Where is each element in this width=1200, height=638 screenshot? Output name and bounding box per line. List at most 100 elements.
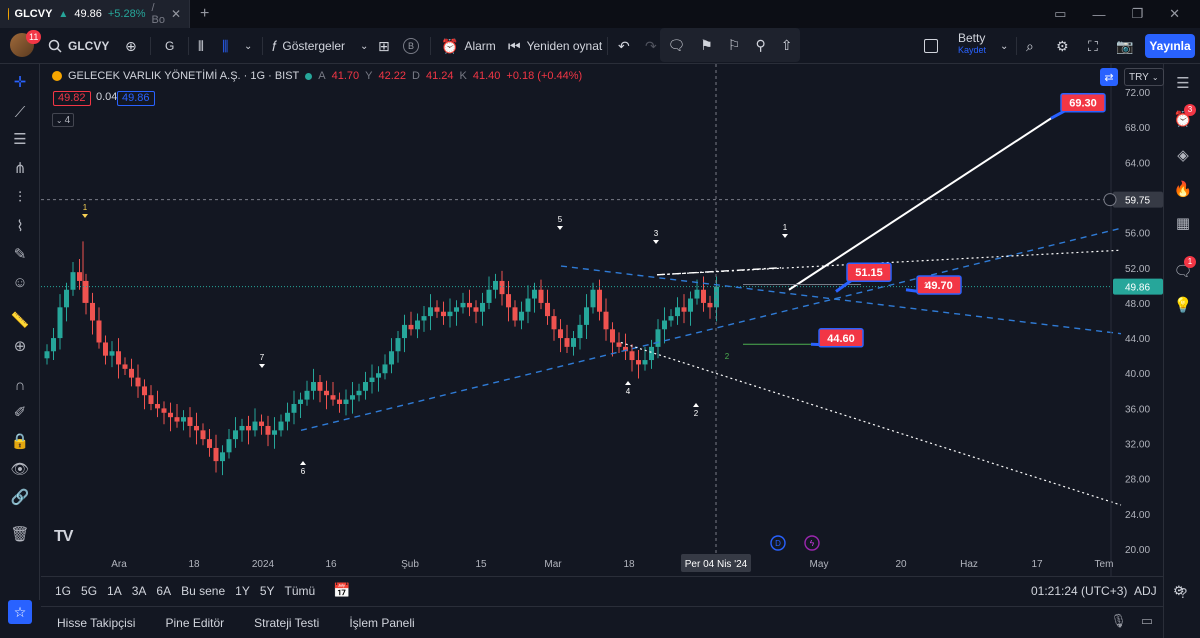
range-button-0[interactable]: 1G	[55, 584, 71, 598]
star-icon[interactable]: ☆	[8, 600, 32, 624]
save-layout[interactable]: Betty Kaydet	[958, 32, 986, 56]
close-label: K	[459, 70, 467, 82]
bottom-tab-2[interactable]: Strateji Testi	[254, 616, 319, 630]
go-to-date-icon[interactable]: 📅	[333, 582, 350, 599]
brush-icon[interactable]: ✎	[8, 242, 32, 266]
hotlist-flame-icon[interactable]: 🔥	[1172, 178, 1194, 200]
bar-style-button[interactable]: ⫴	[198, 28, 204, 64]
symbol-title[interactable]: GELECEK VARLIK YÖNETİMİ A.Ş. · 1G · BIST	[68, 70, 299, 82]
alert-button[interactable]: ⏰ Alarm	[441, 28, 496, 64]
price-chart[interactable]: 69.3051.1549.7044.601765342112D ϟ 72.0068…	[41, 64, 1163, 576]
ruler-icon[interactable]: 📏	[8, 308, 32, 332]
crosshair-icon[interactable]: ✛	[8, 70, 32, 94]
comment-icon[interactable]: 🗨	[668, 37, 686, 54]
fullscreen-button[interactable]: ⛶	[1088, 28, 1098, 64]
candle-body	[629, 351, 635, 361]
pin-icon[interactable]: ⚲	[755, 37, 765, 54]
candle-body	[532, 289, 537, 299]
sell-price-button[interactable]: 49.82	[53, 91, 91, 106]
pattern-icon[interactable]: ⌇	[8, 214, 32, 238]
wave-arrow	[653, 240, 659, 244]
lock-drawing-icon[interactable]: ✐	[8, 400, 32, 424]
range-button-3[interactable]: 3A	[132, 584, 147, 598]
range-button-6[interactable]: 1Y	[235, 584, 250, 598]
ideas-bulb-icon[interactable]: 💡	[1172, 294, 1194, 316]
trash-icon[interactable]: 🗑	[8, 522, 32, 546]
settings-button[interactable]: ⚙	[1056, 28, 1069, 64]
range-button-5[interactable]: Bu sene	[181, 584, 225, 598]
candle-style-button[interactable]: ⫼	[222, 28, 228, 64]
lock-icon[interactable]: 🔒	[8, 429, 32, 453]
quick-search-button[interactable]: ⌕	[1026, 28, 1034, 64]
indicators-label: Göstergeler	[282, 39, 346, 53]
indicators-dropdown[interactable]: ⌄	[360, 28, 368, 64]
layout-dropdown[interactable]: ⌄	[1000, 28, 1008, 64]
clock-time[interactable]: 01:21:24 (UTC+3)	[1031, 584, 1127, 598]
minimize-icon[interactable]: —	[1092, 7, 1105, 22]
layers-icon[interactable]: ◈	[1172, 144, 1194, 166]
publish-button[interactable]: Yayınla	[1145, 34, 1195, 58]
replay-button[interactable]: ⏮ Yeniden oynat	[508, 28, 602, 64]
maximize-icon[interactable]: ▭	[1141, 613, 1153, 629]
zoom-in-icon[interactable]: ⊕	[8, 334, 32, 358]
symbol-search-button[interactable]: GLCVY	[48, 28, 109, 64]
interval-button[interactable]: G	[165, 28, 174, 64]
buy-price-button[interactable]: 49.86	[117, 91, 155, 106]
price-tick-label: 36.00	[1125, 404, 1150, 415]
candle-body	[480, 302, 485, 312]
range-button-1[interactable]: 5G	[81, 584, 97, 598]
bottom-tab-0[interactable]: Hisse Takipçisi	[57, 616, 135, 630]
candle-body	[382, 364, 388, 374]
mic-icon[interactable]: 🎙	[1110, 613, 1127, 629]
chart-style-dropdown[interactable]: ⌄	[244, 28, 252, 64]
time-tick-label: 16	[325, 559, 337, 570]
settings-gear-icon[interactable]: ⚙	[1173, 583, 1185, 599]
candle-body	[545, 302, 550, 317]
snapshot-button[interactable]: 📷	[1116, 28, 1133, 64]
candle-body	[174, 417, 180, 422]
currency-dropdown[interactable]: TRY ⌄	[1124, 68, 1164, 86]
trendline-icon[interactable]: ⟋	[8, 100, 32, 124]
browser-tab[interactable]: GLCVY ▲ 49.86 +5.28% / Bo ✕	[0, 0, 190, 28]
indicators-toggle[interactable]: ⌄ 4	[52, 113, 74, 127]
candles-icon: ⫼	[222, 37, 229, 54]
indicators-button[interactable]: 𝑓 Göstergeler	[272, 28, 345, 64]
candle-body	[538, 289, 544, 303]
magnet-icon[interactable]: ∩	[8, 373, 32, 397]
redo-button[interactable]: ↷	[645, 28, 657, 64]
fib-icon[interactable]: ⋔	[8, 156, 32, 180]
layouts-button[interactable]: ⊞	[378, 28, 390, 64]
calendar-icon[interactable]: ▦	[1172, 212, 1194, 234]
candle-body	[519, 311, 524, 321]
callout-icon[interactable]: ⚑	[700, 37, 713, 54]
eye-icon[interactable]: 👁	[8, 457, 32, 481]
horizontal-lines-icon[interactable]: ☰	[8, 127, 32, 151]
close-icon[interactable]: ✕	[171, 7, 181, 21]
fullscreen-checkbox[interactable]	[924, 28, 938, 64]
bottom-panel: Hisse Takipçisi Pine Editör Strateji Testi…	[41, 606, 1163, 638]
restore-icon[interactable]: ❐	[1131, 6, 1143, 22]
adj-toggle[interactable]: ADJ	[1134, 584, 1157, 598]
bottom-tab-1[interactable]: Pine Editör	[165, 616, 224, 630]
arrow-up-icon[interactable]: ⇧	[781, 37, 793, 54]
watchlist-icon[interactable]: ☰	[1172, 72, 1194, 94]
emoji-icon[interactable]: ☺	[8, 270, 32, 294]
tab-change: +5.28%	[107, 8, 146, 20]
window-close-icon[interactable]: ✕	[1169, 6, 1180, 22]
range-button-7[interactable]: 5Y	[260, 584, 275, 598]
sliders-icon[interactable]: ⫶	[8, 185, 32, 209]
range-button-2[interactable]: 1A	[107, 584, 122, 598]
new-tab-button[interactable]: +	[200, 5, 209, 23]
range-button-8[interactable]: Tümü	[285, 584, 316, 598]
link-icon[interactable]: 🔗	[8, 485, 32, 509]
screen-icon[interactable]: ▭	[1054, 6, 1066, 22]
dotted-support-line	[620, 341, 1122, 506]
signpost-icon[interactable]: ⚐	[728, 37, 741, 54]
candle-body	[486, 289, 492, 303]
compare-button[interactable]: ⊕	[125, 28, 137, 64]
sync-button[interactable]: ⇄	[1100, 68, 1118, 86]
broker-button[interactable]: B	[403, 28, 419, 64]
range-button-4[interactable]: 6A	[156, 584, 171, 598]
undo-button[interactable]: ↶	[618, 28, 630, 64]
bottom-tab-3[interactable]: İşlem Paneli	[349, 616, 414, 630]
